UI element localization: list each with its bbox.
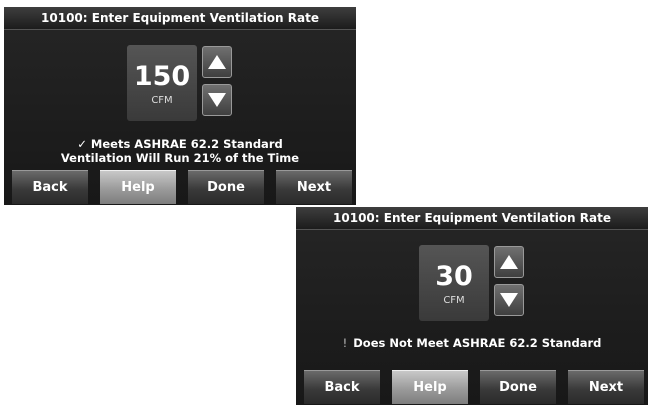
ventilation-rate-display: 30 CFM bbox=[419, 245, 489, 321]
status-text-1: Does Not Meet ASHRAE 62.2 Standard bbox=[353, 336, 602, 350]
screen-title: 10100: Enter Equipment Ventilation Rate bbox=[4, 7, 356, 30]
ventilation-rate-value: 150 bbox=[133, 61, 191, 92]
next-button[interactable]: Next bbox=[276, 170, 352, 204]
ventilation-rate-display: 150 CFM bbox=[127, 45, 197, 121]
up-arrow-icon bbox=[500, 255, 518, 269]
decrease-button[interactable] bbox=[494, 284, 524, 316]
screen-title: 10100: Enter Equipment Ventilation Rate bbox=[296, 207, 648, 230]
status-line-1: ✓ Meets ASHRAE 62.2 Standard bbox=[4, 138, 356, 151]
ventilation-rate-unit: CFM bbox=[443, 295, 465, 306]
down-arrow-icon bbox=[500, 293, 518, 307]
back-button[interactable]: Back bbox=[12, 170, 88, 204]
status-line-1: ! Does Not Meet ASHRAE 62.2 Standard bbox=[296, 337, 648, 350]
up-arrow-icon bbox=[208, 55, 226, 69]
back-button[interactable]: Back bbox=[304, 370, 380, 404]
help-button[interactable]: Help bbox=[100, 170, 176, 204]
increase-button[interactable] bbox=[202, 46, 232, 78]
done-button[interactable]: Done bbox=[188, 170, 264, 204]
down-arrow-icon bbox=[208, 93, 226, 107]
status-text-1: Meets ASHRAE 62.2 Standard bbox=[90, 137, 283, 151]
thermostat-screen-does-not-meet: 10100: Enter Equipment Ventilation Rate … bbox=[296, 207, 648, 405]
exclamation-icon: ! bbox=[342, 336, 348, 350]
check-icon: ✓ bbox=[77, 137, 87, 151]
ventilation-rate-unit: CFM bbox=[151, 95, 173, 106]
thermostat-screen-meets: 10100: Enter Equipment Ventilation Rate … bbox=[4, 7, 356, 205]
status-line-2: Ventilation Will Run 21% of the Time bbox=[60, 151, 300, 165]
done-button[interactable]: Done bbox=[480, 370, 556, 404]
next-button[interactable]: Next bbox=[568, 370, 644, 404]
ventilation-rate-value: 30 bbox=[435, 261, 473, 292]
decrease-button[interactable] bbox=[202, 84, 232, 116]
help-button[interactable]: Help bbox=[392, 370, 468, 404]
increase-button[interactable] bbox=[494, 246, 524, 278]
